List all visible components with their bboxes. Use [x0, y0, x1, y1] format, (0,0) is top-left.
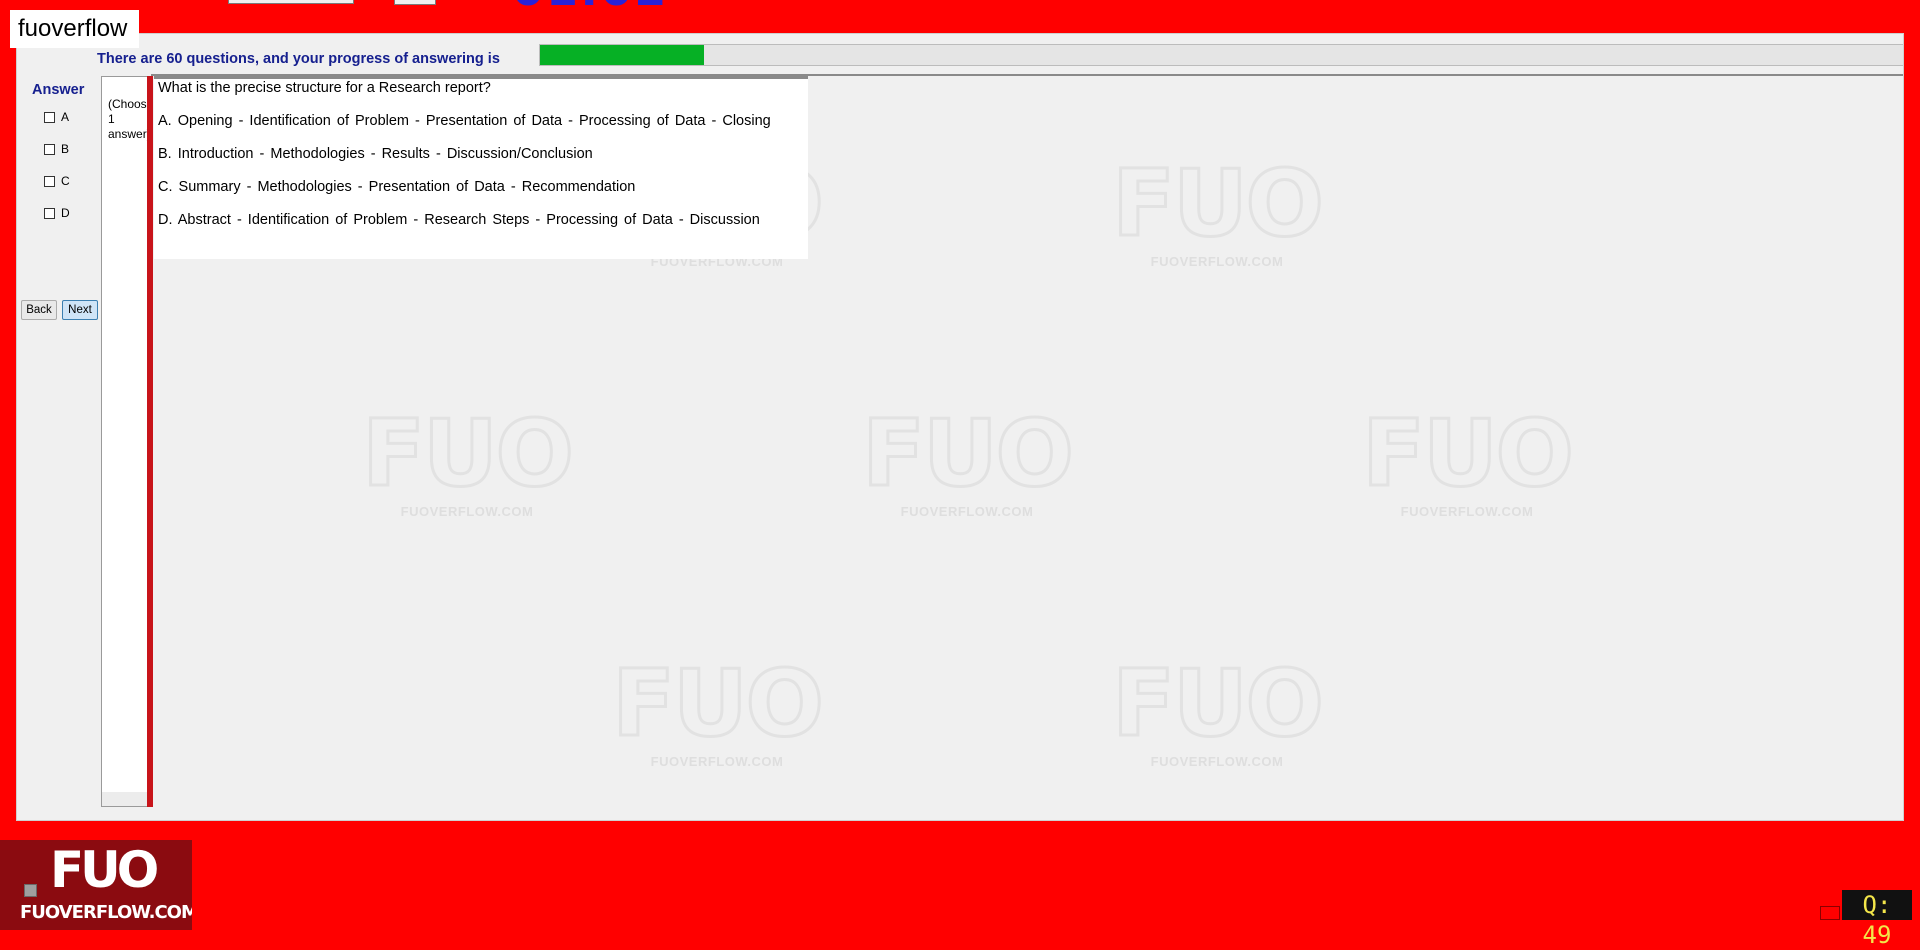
watermark: FUO FUOVERFLOW.COM [861, 400, 1076, 519]
watermark: FUO FUOVERFLOW.COM [1111, 150, 1326, 269]
instruction-box: (Choose 1 answer) [101, 76, 149, 807]
fuoverflow-footer-logo: FUO FUOVERFLOW.COM [0, 840, 192, 930]
choice-b-text: B. Introduction - Methodologies - Result… [158, 146, 593, 162]
watermark: FUO FUOVERFLOW.COM [611, 650, 826, 769]
option-label: A [61, 110, 70, 124]
choice-d-text: D. Abstract - Identification of Problem … [158, 212, 760, 228]
answer-option-d[interactable]: D [44, 206, 70, 220]
watermark: FUO FUOVERFLOW.COM [1111, 650, 1326, 769]
top-input-field[interactable] [228, 0, 354, 4]
counter-frame [1820, 906, 1840, 920]
instruction-text: (Choose 1 answer) [108, 97, 149, 141]
obscured-link[interactable] [42, 884, 182, 892]
instruction-box-footer [102, 792, 149, 806]
progress-label: There are 60 questions, and your progres… [97, 51, 500, 67]
watermark: FUO FUOVERFLOW.COM [361, 400, 576, 519]
answer-option-c[interactable]: C [44, 174, 70, 188]
checkbox-d[interactable] [44, 207, 55, 219]
top-small-box[interactable] [394, 0, 436, 5]
fuoverflow-logo-label: fuoverflow [10, 10, 139, 48]
hidden-checkbox[interactable] [24, 884, 37, 897]
next-button[interactable]: Next [62, 300, 98, 320]
logo-wordmark: FUOVERFLOW.COM [20, 902, 192, 923]
choice-c-text: C. Summary - Methodologies - Presentatio… [158, 179, 636, 195]
countdown-timer: 01:02 [512, 0, 668, 12]
progress-bar-fill [540, 45, 705, 65]
answer-option-a[interactable]: A [44, 110, 69, 124]
answer-option-b[interactable]: B [44, 142, 69, 156]
choice-a-text: A. Opening - Identification of Problem -… [158, 113, 771, 129]
option-label: B [61, 142, 70, 156]
red-divider-bar [147, 76, 153, 807]
watermark: FUO FUOVERFLOW.COM [1361, 400, 1576, 519]
question-text: What is the precise structure for a Rese… [158, 80, 491, 96]
checkbox-b[interactable] [44, 143, 55, 155]
question-box: What is the precise structure for a Rese… [154, 76, 808, 259]
progress-bar [539, 44, 1903, 66]
back-button[interactable]: Back [21, 300, 57, 320]
checkbox-a[interactable] [44, 111, 55, 123]
checkbox-c[interactable] [44, 175, 55, 187]
option-label: D [61, 206, 70, 220]
exam-panel: FUO FUOVERFLOW.COM FUO FUOVERFLOW.COM FU… [16, 33, 1904, 821]
option-label: C [61, 174, 70, 188]
question-counter: Q: 49 [1842, 890, 1912, 949]
answer-heading: Answer [32, 82, 85, 98]
